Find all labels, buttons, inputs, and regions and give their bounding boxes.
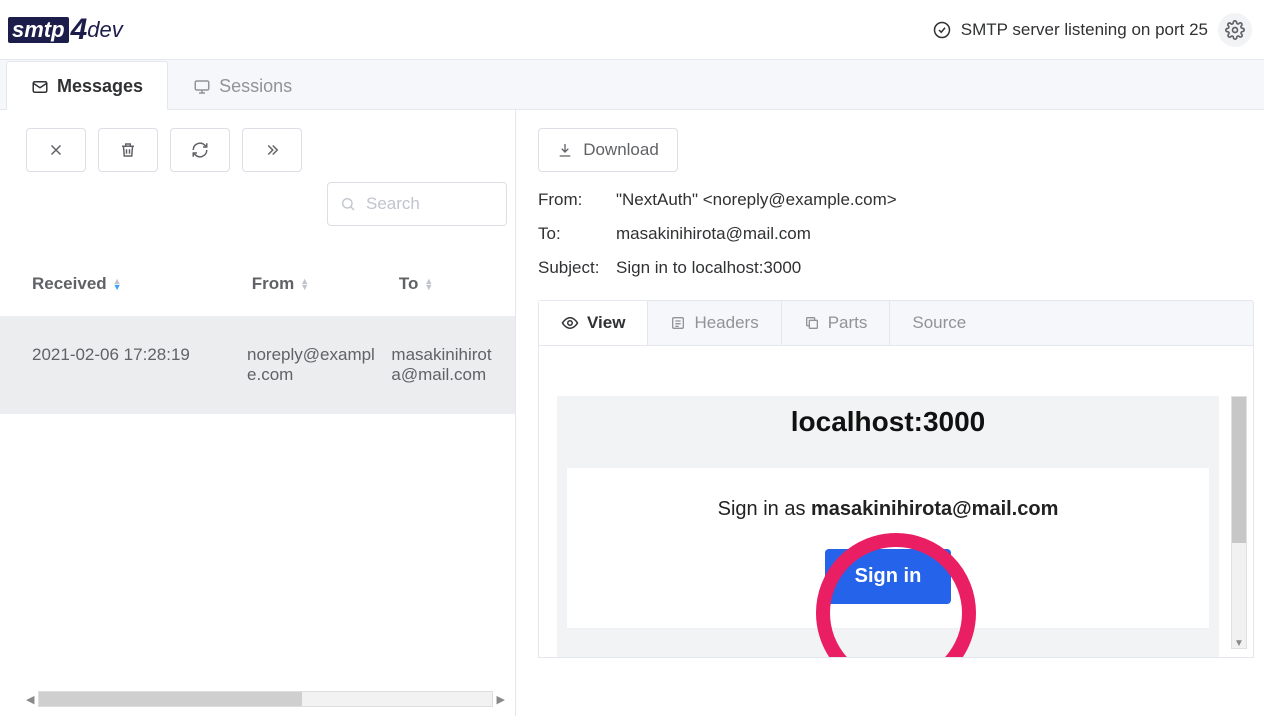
from-value: "NextAuth" <noreply@example.com>: [616, 190, 1254, 210]
tab-sessions[interactable]: Sessions: [168, 61, 317, 109]
clear-button[interactable]: [26, 128, 86, 172]
column-to-label: To: [399, 274, 419, 294]
column-from-label: From: [252, 274, 295, 294]
logo-dev: dev: [87, 17, 122, 43]
logo-four: 4: [71, 13, 88, 47]
download-button[interactable]: Download: [538, 128, 678, 172]
signin-prefix: Sign in as: [718, 498, 811, 520]
refresh-button[interactable]: [170, 128, 230, 172]
subtab-view[interactable]: View: [539, 301, 648, 345]
logo-smtp: smtp: [8, 17, 69, 43]
from-label: From:: [538, 190, 616, 210]
search-input[interactable]: [364, 193, 494, 215]
eye-icon: [561, 314, 579, 332]
download-icon: [557, 142, 573, 158]
signin-email: masakinihirota@mail.com: [811, 498, 1058, 520]
scroll-left-icon: ◀: [26, 693, 34, 706]
cell-received: 2021-02-06 17:28:19: [32, 345, 247, 385]
delete-button[interactable]: [98, 128, 158, 172]
subject-label: Subject:: [538, 258, 616, 278]
column-to[interactable]: To ▲▼: [399, 274, 497, 294]
column-received-label: Received: [32, 274, 107, 294]
column-received[interactable]: Received ▲▼: [32, 274, 252, 294]
download-label: Download: [583, 140, 659, 160]
subtab-source[interactable]: Source: [890, 301, 988, 345]
subtab-parts-label: Parts: [828, 313, 868, 333]
search-field[interactable]: [327, 182, 507, 226]
table-row[interactable]: 2021-02-06 17:28:19 noreply@example.com …: [0, 317, 515, 414]
subtab-headers-label: Headers: [694, 313, 758, 333]
check-icon: [933, 21, 951, 39]
close-icon: [47, 141, 65, 159]
sort-icon: ▲▼: [113, 278, 122, 290]
double-chevron-right-icon: [263, 141, 281, 159]
scroll-right-icon: ▶: [497, 693, 505, 706]
cell-to: masakinihirota@mail.com: [391, 345, 497, 385]
to-label: To:: [538, 224, 616, 244]
subtab-view-label: View: [587, 313, 625, 333]
subtab-source-label: Source: [912, 313, 966, 333]
copy-icon: [804, 315, 820, 331]
mail-icon: [31, 78, 49, 96]
cell-from: noreply@example.com: [247, 345, 391, 385]
to-value: masakinihirota@mail.com: [616, 224, 1254, 244]
tab-messages[interactable]: Messages: [6, 61, 168, 110]
server-status: SMTP server listening on port 25: [961, 20, 1208, 40]
scroll-track[interactable]: [38, 691, 492, 707]
gear-icon: [1225, 20, 1245, 40]
signin-text: Sign in as masakinihirota@mail.com: [577, 498, 1199, 521]
list-icon: [670, 315, 686, 331]
message-body: localhost:3000 Sign in as masakinihirota…: [538, 346, 1254, 658]
search-icon: [340, 196, 364, 212]
horizontal-scrollbar[interactable]: ◀ ▶: [26, 690, 505, 708]
column-from[interactable]: From ▲▼: [252, 274, 399, 294]
refresh-icon: [191, 141, 209, 159]
relay-button[interactable]: [242, 128, 302, 172]
table-header: Received ▲▼ From ▲▼ To ▲▼: [0, 252, 515, 317]
app-logo: smtp 4 dev: [8, 13, 123, 47]
body-host: localhost:3000: [557, 406, 1219, 438]
sort-icon: ▲▼: [300, 278, 309, 290]
subtab-headers[interactable]: Headers: [648, 301, 781, 345]
monitor-icon: [193, 78, 211, 96]
subject-value: Sign in to localhost:3000: [616, 258, 1254, 278]
tab-sessions-label: Sessions: [219, 76, 292, 97]
sort-icon: ▲▼: [424, 278, 433, 290]
vertical-scrollbar[interactable]: ▲ ▼: [1231, 396, 1247, 649]
scroll-thumb[interactable]: [39, 692, 301, 706]
tab-messages-label: Messages: [57, 76, 143, 97]
scroll-down-icon: ▼: [1232, 638, 1246, 649]
settings-button[interactable]: [1218, 13, 1252, 47]
subtab-parts[interactable]: Parts: [782, 301, 891, 345]
trash-icon: [119, 141, 137, 159]
scroll-thumb[interactable]: [1232, 397, 1246, 543]
